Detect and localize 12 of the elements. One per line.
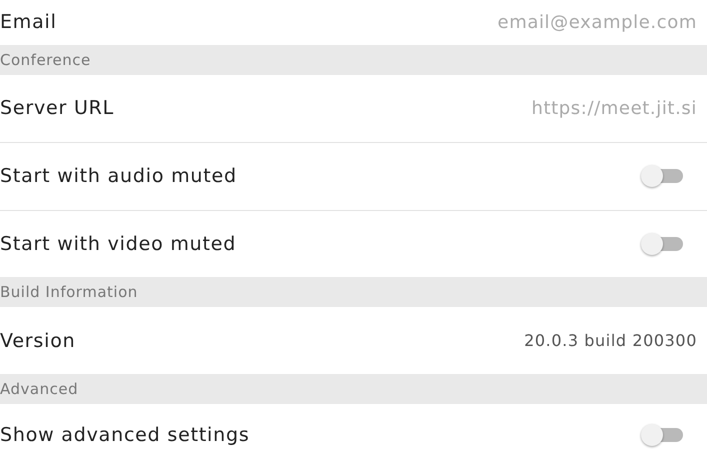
setting-label: Start with audio muted: [0, 165, 237, 188]
setting-value[interactable]: email@example.com: [498, 12, 697, 33]
setting-label: Show advanced settings: [0, 424, 250, 446]
setting-value[interactable]: https://meet.jit.si: [531, 98, 697, 119]
setting-label: Email: [0, 11, 57, 34]
setting-label: Version: [0, 330, 76, 352]
setting-label: Start with video muted: [0, 232, 236, 255]
section-title: Build Information: [0, 283, 138, 302]
section-title: Advanced: [0, 380, 78, 398]
setting-value: 20.0.3 build 200300: [524, 331, 697, 350]
section-title: Conference: [0, 50, 91, 69]
setting-label: Server URL: [0, 97, 114, 120]
